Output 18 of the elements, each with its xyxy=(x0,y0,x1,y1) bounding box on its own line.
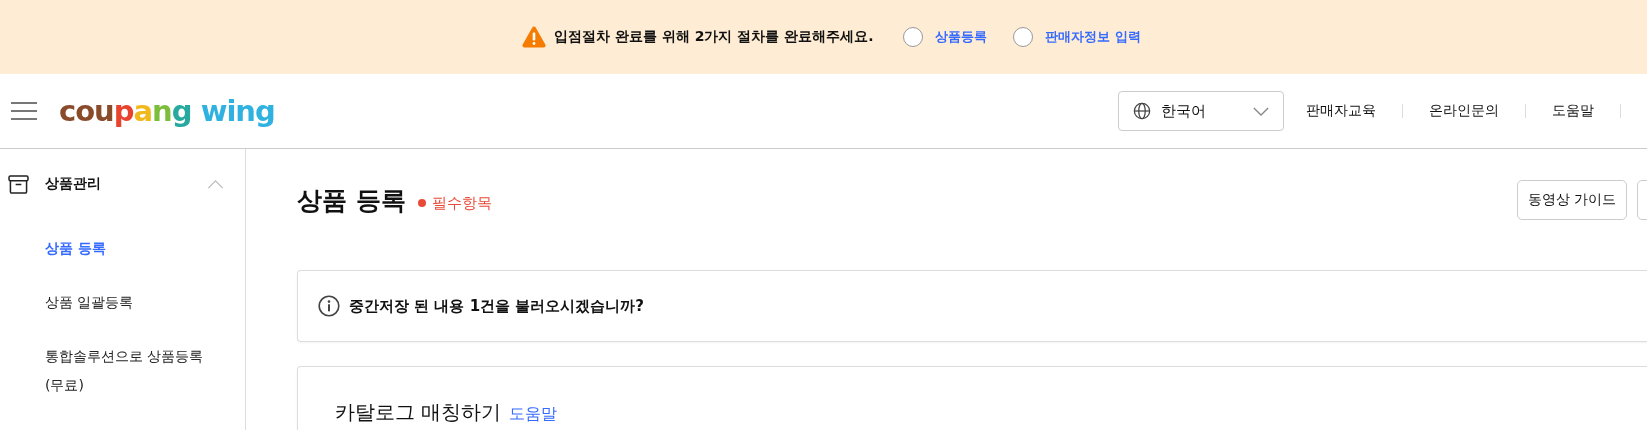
page-title: 상품 등록 xyxy=(297,184,406,217)
step-link[interactable]: 상품등록 xyxy=(903,27,988,47)
sidebar-item[interactable]: 상품 일괄등록 xyxy=(0,288,245,317)
notice-message: 입점절차 완료를 위해 2가지 절차를 완료해주세요. xyxy=(554,28,874,46)
help-link[interactable]: 도움말 xyxy=(509,404,558,425)
logo[interactable]: coupang wing xyxy=(59,94,275,128)
language-select[interactable]: 한국어 xyxy=(1118,91,1284,131)
sidebar-item[interactable]: 통합솔루션으로 상품등록 (무료) xyxy=(0,342,245,400)
header-link[interactable]: 판매자교육 xyxy=(1306,102,1376,120)
header-link[interactable]: 온라인문의 xyxy=(1429,102,1499,120)
section-title: 카탈로그 매칭하기 xyxy=(335,399,502,426)
draft-message: 중간저장 된 내용 1건을 불러오시겠습니까? xyxy=(349,296,645,316)
sidebar-item[interactable]: 상품 등록 xyxy=(0,234,245,263)
sidebar-category[interactable]: 상품관리 xyxy=(0,171,245,197)
video-guide-button[interactable]: 동영상 가이드 xyxy=(1516,180,1627,220)
step-link[interactable]: 판매자정보 입력 xyxy=(1013,27,1141,47)
required-note: 필수항목 xyxy=(417,193,492,213)
header-link[interactable]: 도움말 xyxy=(1552,102,1594,120)
